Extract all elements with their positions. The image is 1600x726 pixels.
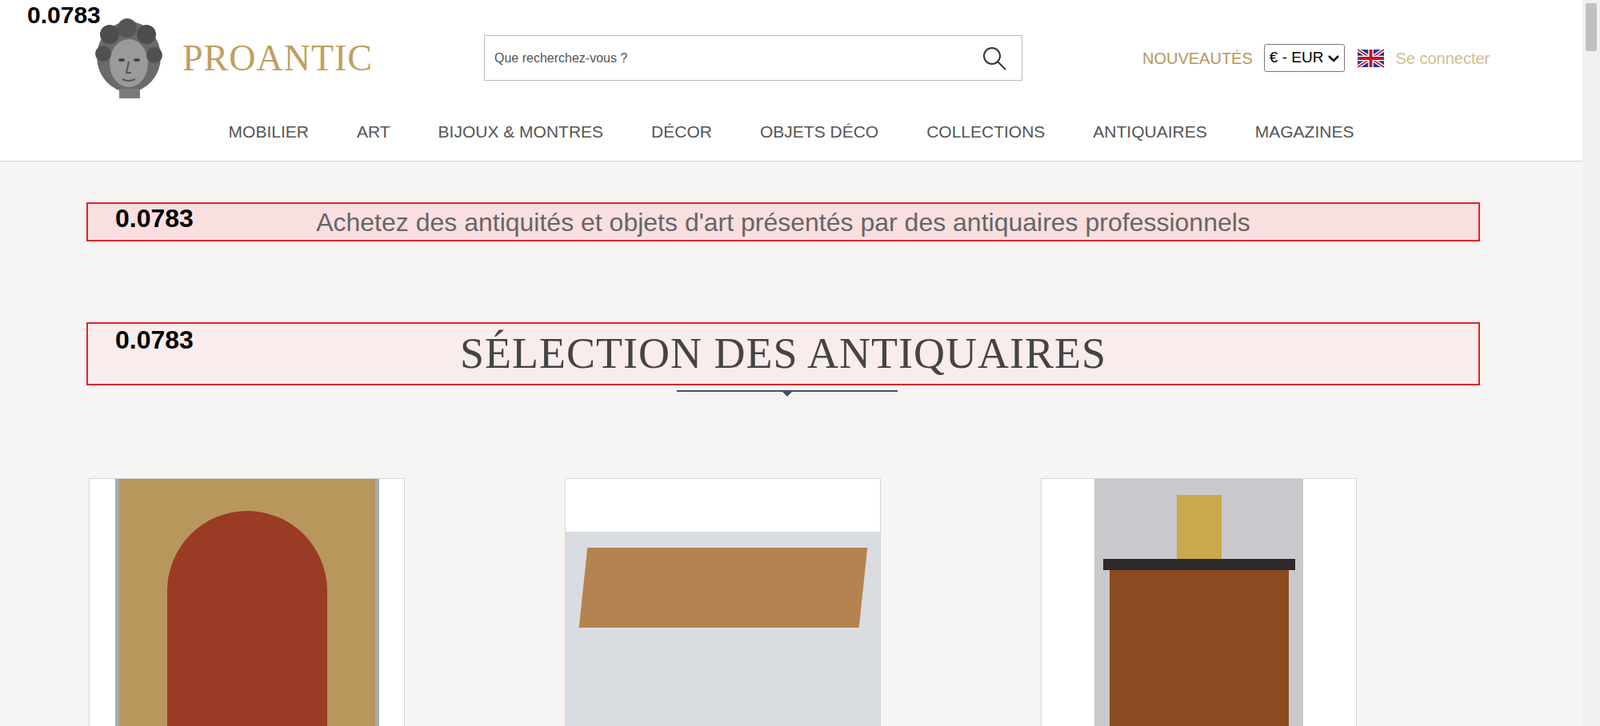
score-label: 0.0783 — [27, 3, 101, 28]
logo[interactable]: PROANTIC — [92, 16, 484, 100]
currency-value: € - EUR — [1269, 46, 1324, 70]
page-content: 0.0783 — [0, 0, 1583, 726]
chevron-down-icon — [1328, 54, 1340, 63]
product-photo — [565, 532, 880, 726]
product-card[interactable] — [1040, 478, 1357, 726]
tagline-box: 0.0783 Achetez des antiquités et objets … — [86, 202, 1480, 242]
product-photo — [1094, 479, 1304, 726]
search-box — [484, 35, 1023, 81]
search-icon[interactable] — [981, 45, 1008, 72]
header-top: PROANTIC NOUVEAUTÉS € - EUR — [0, 0, 1583, 116]
nav-item[interactable]: ANTIQUAIRES — [1092, 119, 1207, 145]
score-label: 0.0783 — [115, 205, 194, 232]
product-grid — [88, 478, 1583, 726]
nav-item[interactable]: BIJOUX & MONTRES — [438, 119, 604, 145]
nav-item[interactable]: MAGAZINES — [1255, 119, 1355, 145]
header-links: NOUVEAUTÉS € - EUR Se connecter — [1142, 44, 1490, 72]
nav-item[interactable]: MOBILIER — [228, 119, 309, 145]
main-nav: MOBILIER ART BIJOUX & MONTRES DÉCOR OBJETS D… — [0, 116, 1583, 148]
currency-select[interactable]: € - EUR — [1264, 44, 1346, 72]
scrollbar-thumb[interactable] — [1585, 3, 1597, 52]
product-photo — [115, 479, 380, 726]
product-card[interactable] — [564, 478, 881, 726]
site-header: 0.0783 — [0, 0, 1583, 162]
page: 0.0783 — [0, 0, 1600, 726]
logo-text[interactable]: PROANTIC — [182, 40, 373, 77]
section-title-box: 0.0783 SÉLECTION DES ANTIQUAIRES — [86, 322, 1480, 386]
scrollbar[interactable] — [1582, 0, 1600, 726]
nav-item[interactable]: ART — [356, 119, 391, 145]
uk-flag-icon[interactable] — [1357, 48, 1384, 68]
new-link[interactable]: NOUVEAUTÉS — [1142, 46, 1253, 71]
score-label: 0.0783 — [115, 327, 194, 353]
head-logo-icon — [92, 16, 166, 100]
nav-item[interactable]: OBJETS DÉCO — [760, 119, 879, 145]
nav-item[interactable]: COLLECTIONS — [926, 119, 1045, 145]
nav-item[interactable]: DÉCOR — [651, 119, 712, 145]
main-area: 0.0783 Achetez des antiquités et objets … — [0, 161, 1583, 726]
tagline: Achetez des antiquités et objets d'art p… — [316, 206, 1251, 239]
login-link[interactable]: Se connecter — [1395, 46, 1490, 71]
title-divider — [0, 390, 1583, 397]
search-input[interactable] — [484, 36, 982, 80]
product-card[interactable] — [88, 478, 405, 726]
section-title: SÉLECTION DES ANTIQUAIRES — [460, 327, 1107, 382]
